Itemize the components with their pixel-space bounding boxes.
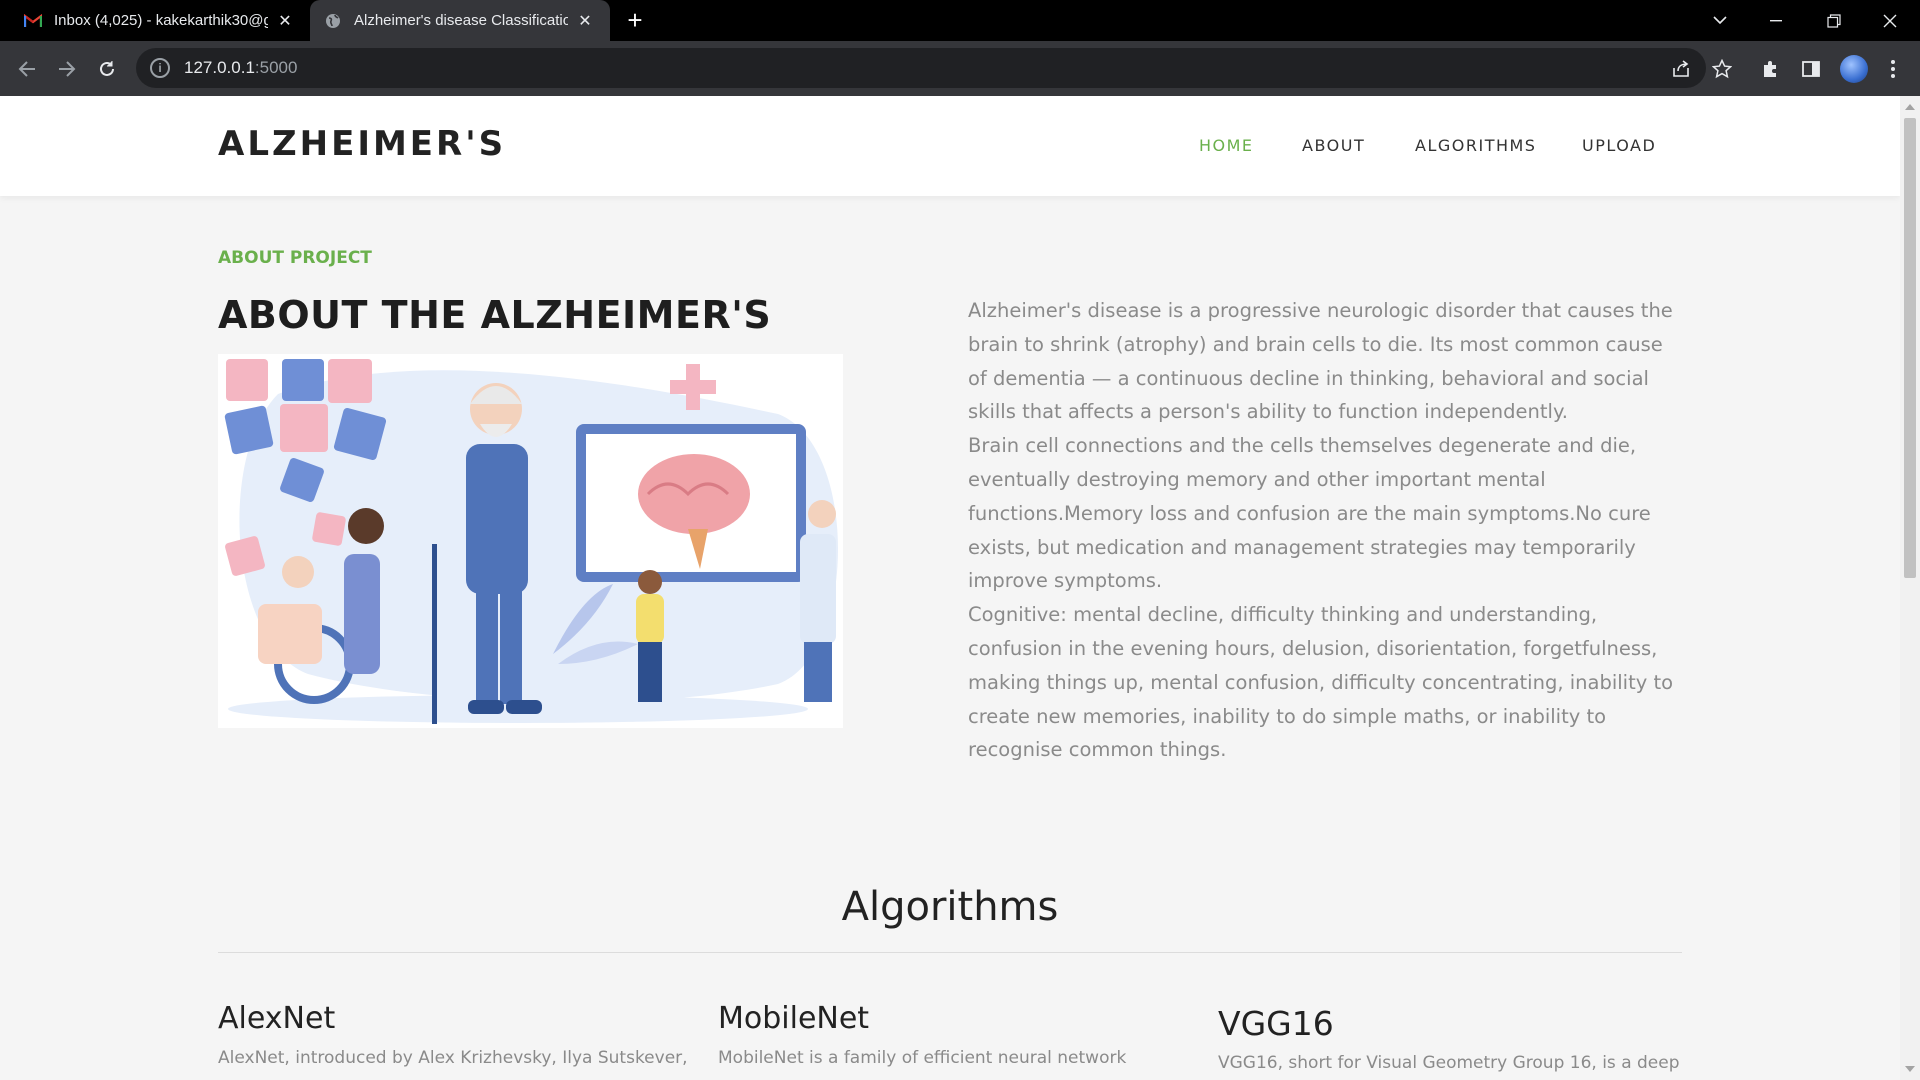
site-brand[interactable]: ALZHEIMER'S [218, 124, 506, 164]
about-title: ABOUT THE ALZHEIMER'S [218, 293, 772, 337]
browser-tab-bar: Inbox (4,025) - kakekarthik30@g ✕ Alzhei… [0, 0, 1920, 41]
browser-tab-alzheimers[interactable]: Alzheimer's disease Classificatio ✕ [310, 0, 610, 41]
tab-title: Alzheimer's disease Classificatio [354, 12, 568, 29]
close-tab-icon[interactable]: ✕ [574, 10, 596, 32]
back-icon[interactable] [12, 54, 42, 84]
algorithms-heading: Algorithms [841, 884, 1059, 930]
url-host: 127.0.0.1 [184, 58, 255, 77]
browser-tab-gmail[interactable]: Inbox (4,025) - kakekarthik30@g ✕ [10, 0, 310, 41]
globe-icon [324, 12, 342, 30]
share-icon[interactable] [1668, 56, 1694, 82]
nav-about[interactable]: ABOUT [1302, 136, 1365, 155]
address-bar[interactable]: i 127.0.0.1:5000 [136, 48, 1706, 88]
algorithm-description: AlexNet, introduced by Alex Krizhevsky, … [218, 1048, 688, 1068]
close-window-icon[interactable] [1870, 0, 1910, 41]
site-header: ALZHEIMER'S HOME ABOUT ALGORITHMS UPLOAD [0, 96, 1900, 196]
about-description: Alzheimer's disease is a progressive neu… [968, 294, 1680, 767]
gmail-icon [24, 12, 42, 30]
algorithm-card-mobilenet: MobileNet MobileNet is a family of effic… [718, 1001, 1178, 1068]
extensions-icon[interactable] [1758, 56, 1784, 82]
forward-icon[interactable] [52, 54, 82, 84]
side-panel-icon[interactable] [1798, 56, 1824, 82]
tab-title: Inbox (4,025) - kakekarthik30@g [54, 12, 268, 29]
new-tab-button[interactable]: + [622, 7, 648, 34]
restore-icon[interactable] [1814, 0, 1854, 41]
algorithm-description: VGG16, short for Visual Geometry Group 1… [1218, 1053, 1680, 1073]
algorithm-card-vgg16: VGG16 VGG16, short for Visual Geometry G… [1218, 1004, 1680, 1073]
about-paragraph: Cognitive: mental decline, difficulty th… [968, 603, 1674, 762]
algorithm-name: VGG16 [1218, 1004, 1334, 1043]
algorithm-card-alexnet: AlexNet AlexNet, introduced by Alex Kriz… [218, 1001, 688, 1068]
scroll-up-arrow-icon[interactable] [1905, 104, 1915, 110]
alzheimers-illustration [218, 354, 843, 728]
nav-algorithms[interactable]: ALGORITHMS [1415, 136, 1536, 155]
nav-home[interactable]: HOME [1199, 136, 1254, 155]
scrollbar-thumb[interactable] [1904, 118, 1916, 578]
nav-upload[interactable]: UPLOAD [1582, 136, 1656, 155]
reload-icon[interactable] [92, 54, 122, 84]
algorithm-name: MobileNet [718, 1001, 870, 1036]
about-paragraph: Alzheimer's disease is a progressive neu… [968, 299, 1673, 424]
close-tab-icon[interactable]: ✕ [274, 10, 296, 32]
browser-toolbar: i 127.0.0.1:5000 [0, 41, 1920, 96]
bookmark-star-icon[interactable] [1709, 56, 1735, 82]
section-eyebrow: ABOUT PROJECT [218, 248, 372, 268]
profile-avatar[interactable] [1840, 55, 1868, 83]
algorithm-name: AlexNet [218, 1001, 336, 1036]
about-paragraph: Brain cell connections and the cells the… [968, 434, 1651, 593]
algorithm-description: MobileNet is a family of efficient neura… [718, 1048, 1127, 1068]
menu-dots-icon[interactable] [1880, 56, 1906, 82]
page-viewport: ALZHEIMER'S HOME ABOUT ALGORITHMS UPLOAD… [0, 96, 1900, 1080]
page-scrollbar[interactable] [1900, 96, 1920, 1080]
scroll-down-arrow-icon[interactable] [1905, 1066, 1915, 1072]
minimize-icon[interactable] [1756, 0, 1796, 41]
url-port: :5000 [254, 58, 298, 77]
site-info-icon[interactable]: i [150, 58, 170, 78]
tab-search-icon[interactable] [1700, 0, 1740, 41]
divider [218, 952, 1682, 953]
